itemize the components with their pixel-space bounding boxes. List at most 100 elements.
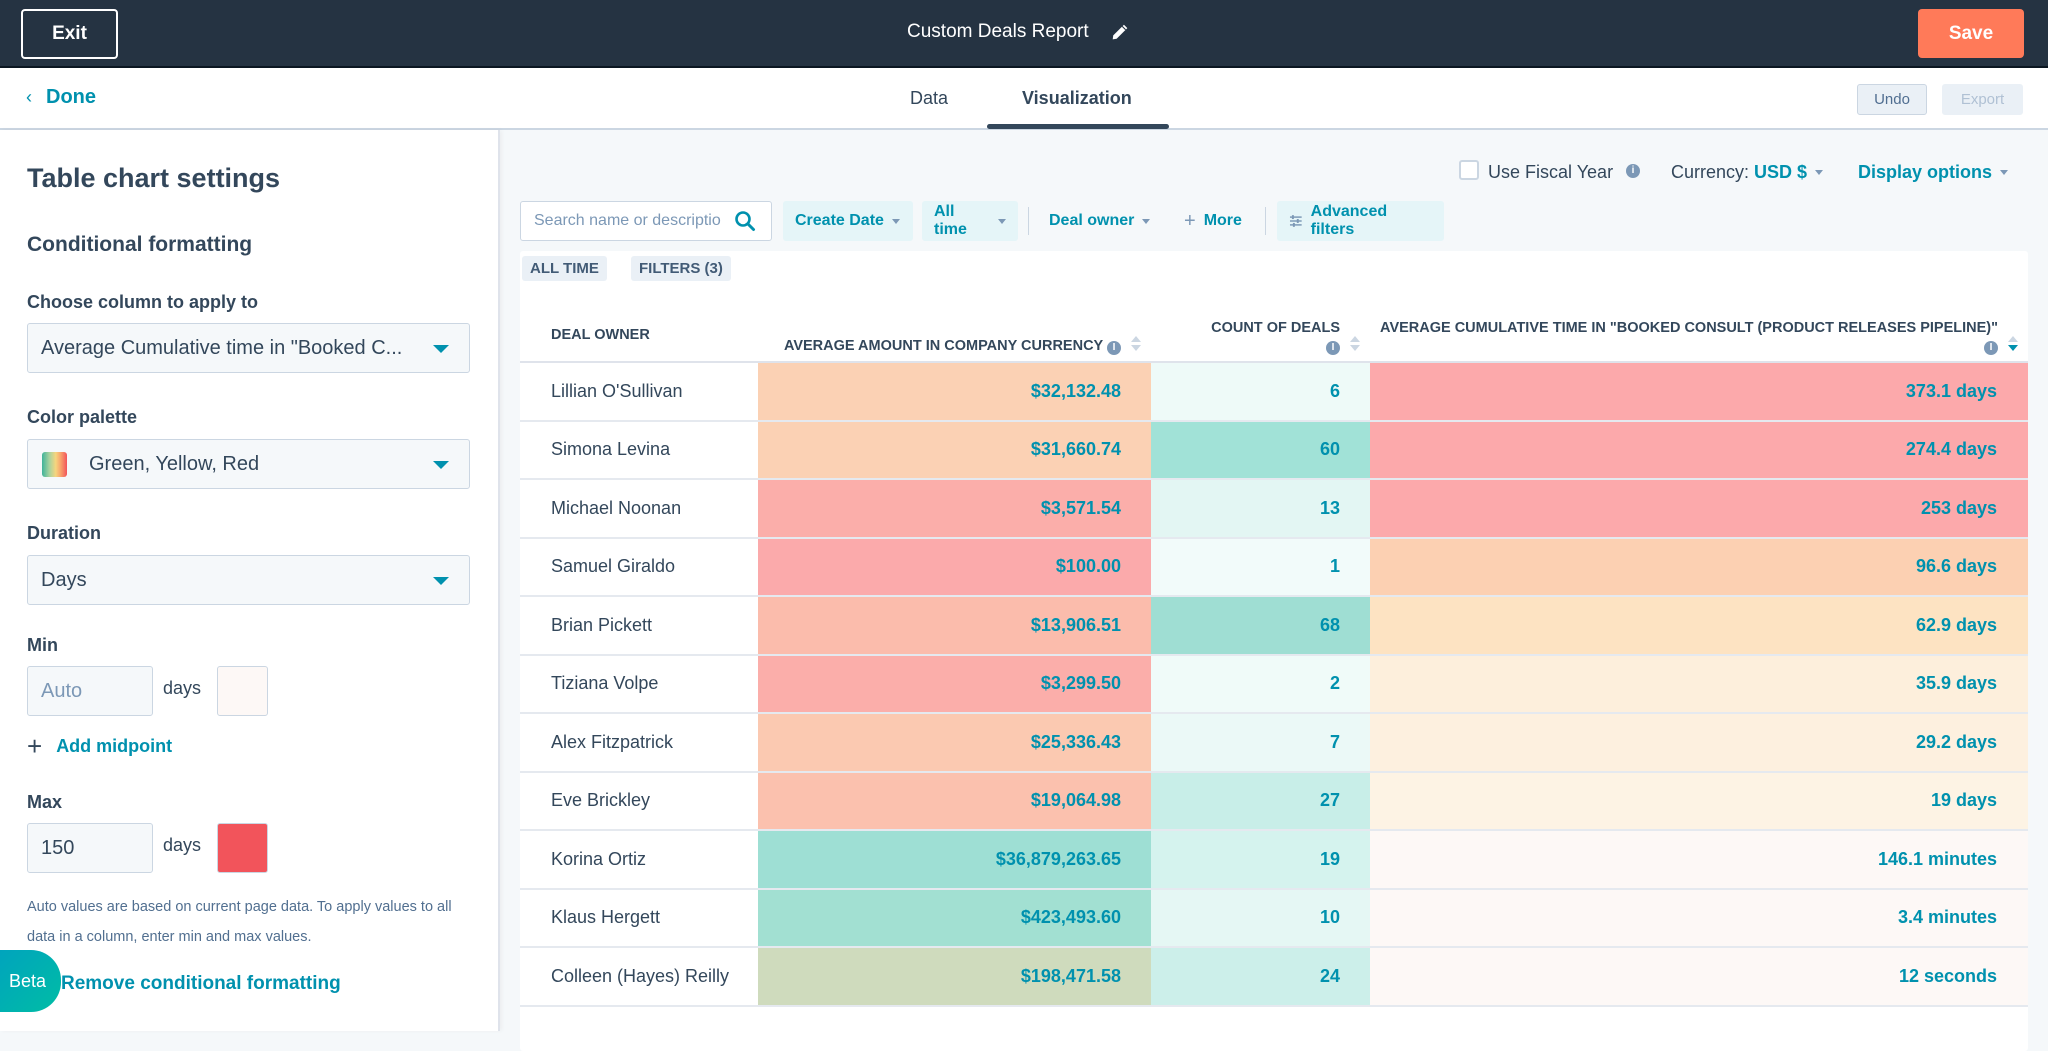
amount-cell: $198,471.58: [758, 947, 1151, 1007]
chip-filters[interactable]: FILTERS (3): [631, 256, 731, 281]
display-options-dropdown[interactable]: Display options: [1858, 158, 2009, 186]
deal-owner-cell: Michael Noonan: [520, 479, 758, 539]
time-cell: 29.2 days: [1370, 713, 2028, 773]
palette-select[interactable]: Green, Yellow, Red: [27, 439, 470, 489]
plus-icon: +: [1184, 209, 1196, 232]
min-color-swatch[interactable]: [217, 666, 268, 716]
more-filters-button[interactable]: + More: [1184, 201, 1242, 241]
data-table: DEAL OWNER AVERAGE AMOUNT IN COMPANY CUR…: [520, 300, 2028, 1007]
amount-cell: $25,336.43: [758, 713, 1151, 773]
count-cell: 19: [1151, 830, 1370, 890]
divider: [1028, 207, 1029, 235]
search-input[interactable]: [534, 212, 734, 230]
min-input[interactable]: [27, 666, 153, 716]
add-midpoint-button[interactable]: + Add midpoint: [27, 733, 172, 759]
deal-owner-cell: Brian Pickett: [520, 596, 758, 656]
advanced-filters-button[interactable]: Advanced filters: [1277, 201, 1444, 241]
tab-data[interactable]: Data: [910, 88, 948, 109]
deal-owner-filter[interactable]: Deal owner: [1049, 201, 1151, 241]
sliders-icon: [1289, 215, 1302, 227]
deal-owner-cell: Korina Ortiz: [520, 830, 758, 890]
sort-icon-active[interactable]: [2008, 336, 2018, 351]
more-label: More: [1203, 212, 1242, 229]
info-icon[interactable]: i: [1326, 341, 1340, 355]
max-input[interactable]: [27, 823, 153, 873]
deal-owner-cell: Eve Brickley: [520, 771, 758, 831]
duration-select[interactable]: Days: [27, 555, 470, 605]
table-row: Tiziana Volpe $3,299.50 2 35.9 days: [520, 654, 2028, 714]
max-label: Max: [27, 792, 63, 812]
table-row: Alex Fitzpatrick $25,336.43 7 29.2 days: [520, 713, 2028, 773]
caret-down-icon: [1815, 169, 1824, 175]
chip-all-time: ALL TIME: [522, 256, 607, 281]
create-date-filter[interactable]: Create Date: [783, 201, 913, 241]
amount-cell: $19,064.98: [758, 771, 1151, 831]
column-header-count-of-deals[interactable]: COUNT OF DEALS i: [1151, 300, 1370, 363]
column-header-label: AVERAGE AMOUNT IN COMPANY CURRENCY: [783, 338, 1103, 354]
search-icon[interactable]: [734, 210, 756, 232]
count-cell: 13: [1151, 479, 1370, 539]
table-row: Michael Noonan $3,571.54 13 253 days: [520, 479, 2028, 539]
amount-cell: $3,571.54: [758, 479, 1151, 539]
currency-value: USD $: [1754, 161, 1808, 182]
duration-select-value: Days: [41, 568, 87, 591]
info-icon[interactable]: i: [1626, 164, 1640, 178]
deal-owner-cell: Lillian O'Sullivan: [520, 362, 758, 422]
max-color-swatch[interactable]: [217, 823, 268, 873]
caret-down-icon: [891, 218, 900, 224]
search-box[interactable]: [520, 201, 772, 241]
time-cell: 19 days: [1370, 771, 2028, 831]
time-cell: 3.4 minutes: [1370, 888, 2028, 948]
palette-label: Color palette: [27, 407, 138, 427]
palette-select-value: Green, Yellow, Red: [89, 452, 260, 475]
table-row: Brian Pickett $13,906.51 68 62.9 days: [520, 596, 2028, 656]
add-midpoint-label: Add midpoint: [56, 735, 173, 756]
fiscal-year-checkbox[interactable]: [1459, 160, 1479, 180]
create-date-label: Create Date: [795, 212, 884, 229]
amount-cell: $423,493.60: [758, 888, 1151, 948]
time-cell: 373.1 days: [1370, 362, 2028, 422]
amount-cell: $32,132.48: [758, 362, 1151, 422]
beta-badge[interactable]: Beta: [0, 950, 61, 1012]
save-button[interactable]: Save: [1918, 9, 2024, 58]
report-title: Custom Deals Report: [907, 21, 1089, 42]
column-header-cumulative-time[interactable]: AVERAGE CUMULATIVE TIME IN "BOOKED CONSU…: [1370, 300, 2028, 363]
divider: [1265, 207, 1266, 235]
sort-icon[interactable]: [1131, 336, 1141, 351]
done-label: Done: [46, 86, 96, 108]
column-header-average-amount[interactable]: AVERAGE AMOUNT IN COMPANY CURRENCY i: [758, 300, 1151, 363]
caret-down-icon: [2000, 169, 2009, 175]
exit-button[interactable]: Exit: [21, 9, 118, 59]
all-time-label: All time: [934, 203, 967, 238]
count-cell: 6: [1151, 362, 1370, 422]
sort-icon[interactable]: [1350, 336, 1360, 351]
conditional-formatting-heading: Conditional formatting: [27, 233, 253, 256]
done-link[interactable]: ‹ Done: [26, 86, 96, 109]
amount-cell: $3,299.50: [758, 654, 1151, 714]
all-time-filter[interactable]: All time: [922, 201, 1018, 241]
column-select[interactable]: Average Cumulative time in "Booked C...: [27, 323, 470, 373]
count-cell: 68: [1151, 596, 1370, 656]
count-cell: 27: [1151, 771, 1370, 831]
export-button[interactable]: Export: [1942, 84, 2023, 115]
undo-button[interactable]: Undo: [1857, 84, 1927, 115]
amount-cell: $13,906.51: [758, 596, 1151, 656]
sub-header: ‹ Done Data Visualization Undo Export: [0, 68, 2048, 130]
remove-conditional-formatting-link[interactable]: Remove conditional formatting: [61, 973, 341, 995]
pencil-edit-icon[interactable]: [1111, 23, 1129, 41]
table-header-row: DEAL OWNER AVERAGE AMOUNT IN COMPANY CUR…: [520, 300, 2028, 363]
tab-visualization[interactable]: Visualization: [1022, 88, 1132, 109]
min-unit: days: [163, 678, 202, 698]
deal-owner-cell: Tiziana Volpe: [520, 654, 758, 714]
amount-cell: $31,660.74: [758, 420, 1151, 480]
info-icon[interactable]: i: [1984, 341, 1998, 355]
time-cell: 96.6 days: [1370, 537, 2028, 597]
count-cell: 10: [1151, 888, 1370, 948]
currency-dropdown[interactable]: USD $: [1754, 158, 1824, 186]
column-header-deal-owner[interactable]: DEAL OWNER: [520, 300, 758, 363]
caret-down-icon: [433, 461, 449, 469]
active-tab-indicator: [987, 124, 1169, 129]
gradient-swatch-icon: [42, 451, 67, 477]
amount-cell: $100.00: [758, 537, 1151, 597]
info-icon[interactable]: i: [1107, 341, 1121, 355]
